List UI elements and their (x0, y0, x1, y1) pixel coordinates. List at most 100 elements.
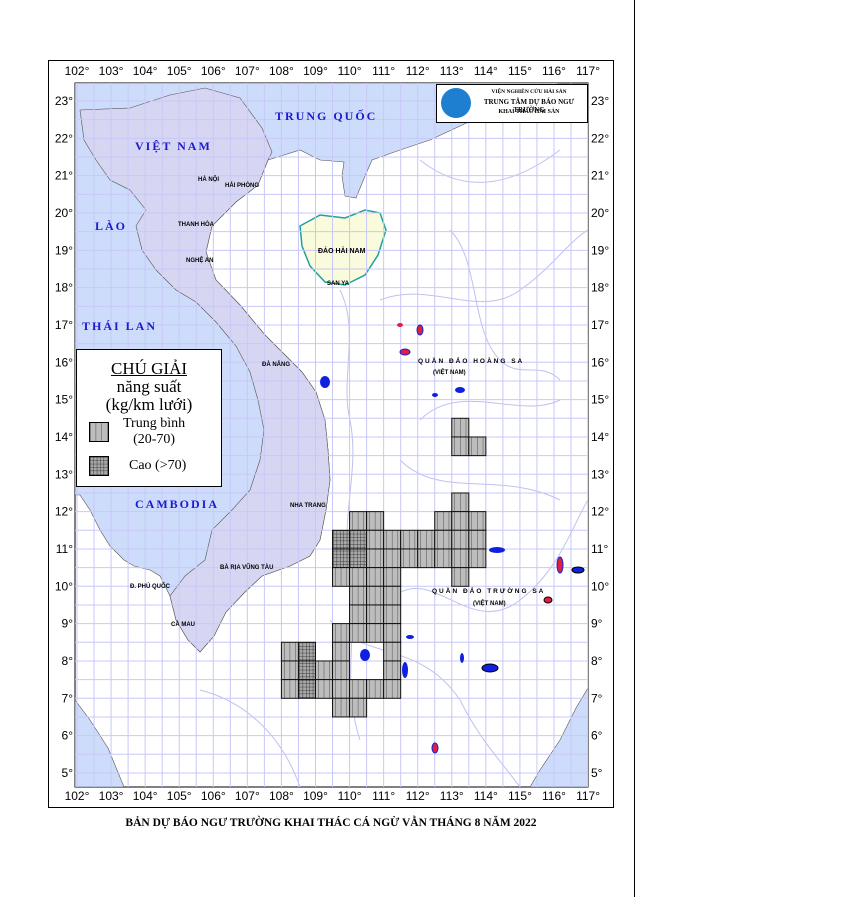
label-hoangsa-note: (VIỆT NAM) (433, 368, 466, 376)
forecast-cell-medium (451, 417, 470, 438)
forecast-cell-medium (366, 567, 385, 587)
forecast-cell-medium (468, 436, 487, 457)
forecast-cell-medium (349, 604, 368, 625)
lon-tick-top: 113° (440, 64, 464, 78)
forecast-cell-medium (383, 529, 402, 550)
forecast-cell-medium (349, 679, 368, 699)
forecast-cell-medium (434, 548, 453, 569)
lon-tick-bottom: 106° (201, 789, 226, 803)
lon-tick-top: 105° (167, 64, 192, 78)
lon-tick-bottom: 102° (65, 789, 90, 803)
legend-unit: (kg/km lưới) (105, 395, 193, 414)
forecast-cell-medium (366, 511, 385, 531)
lat-tick-left: 11° (56, 542, 73, 556)
lat-tick-right: 16° (591, 355, 609, 369)
logo-line-1: VIỆN NGHIÊN CỨU HẢI SẢN (491, 89, 567, 95)
lon-tick-top: 112° (406, 64, 430, 78)
lat-tick-right: 14° (591, 430, 609, 444)
institute-logo-box: VIỆN NGHIÊN CỨU HẢI SẢN TRUNG TÂM DỰ BÁO… (436, 84, 588, 123)
lat-tick-right: 21° (591, 169, 609, 183)
lat-tick-right: 7° (591, 691, 603, 705)
lon-tick-top: 114° (474, 64, 498, 78)
lon-tick-top: 106° (201, 64, 226, 78)
lat-tick-right: 12° (591, 505, 609, 519)
lat-tick-right: 13° (591, 467, 609, 481)
label-thailand: THÁI LAN (82, 319, 157, 333)
forecast-cell-medium (434, 511, 453, 531)
lon-tick-bottom: 103° (99, 789, 124, 803)
legend-high-label: Cao (>70) (129, 458, 187, 473)
lat-tick-left: 10° (55, 579, 73, 593)
lon-tick-bottom: 109° (303, 789, 328, 803)
lat-tick-left: 20° (55, 206, 73, 220)
lon-tick-top: 117° (576, 64, 600, 78)
lon-tick-top: 102° (65, 64, 90, 78)
lat-tick-left: 19° (55, 243, 73, 257)
forecast-cell-medium (349, 585, 368, 606)
forecast-cell-medium (451, 548, 470, 569)
forecast-cell-medium (451, 567, 470, 587)
forecast-cell-medium (280, 660, 299, 681)
forecast-cell-medium (366, 548, 385, 569)
label-nghean: NGHỆ AN (186, 256, 213, 264)
lat-tick-left: 15° (55, 393, 73, 407)
lat-tick-right: 6° (591, 729, 603, 743)
forecast-cell-medium (332, 679, 351, 699)
forecast-cell-medium (349, 623, 368, 643)
forecast-cell-high (297, 641, 316, 662)
forecast-cell-high (332, 529, 351, 550)
forecast-cell-medium (280, 641, 299, 662)
forecast-cell-medium (451, 511, 470, 531)
lon-tick-top: 111° (372, 64, 395, 78)
label-vungtau: BÀ RỊA VŨNG TÀU (220, 564, 273, 571)
forecast-cell-medium (280, 679, 299, 699)
forecast-cell-medium (332, 697, 351, 718)
lon-tick-top: 103° (99, 64, 124, 78)
label-sanya: SAN YA (327, 281, 350, 287)
lon-tick-bottom: 107° (235, 789, 260, 803)
label-china: TRUNG QUỐC (275, 108, 377, 123)
lat-tick-left: 17° (55, 318, 73, 332)
lat-tick-right: 11° (591, 542, 608, 556)
map-legend: CHÚ GIẢI năng suất (kg/km lưới) Trung bì… (76, 349, 222, 487)
forecast-cell-medium (366, 679, 385, 699)
label-hanoi: HÀ NỘI (198, 175, 219, 183)
lon-tick-bottom: 112° (406, 789, 430, 803)
lat-tick-left: 14° (55, 430, 73, 444)
forecast-cell-medium (468, 548, 487, 569)
forecast-cell-medium (434, 529, 453, 550)
label-hainan: ĐẢO HẢI NAM (318, 246, 366, 255)
forecast-cell-medium (349, 567, 368, 587)
forecast-cell-high (332, 548, 351, 569)
forecast-cell-medium (417, 548, 436, 569)
forecast-cell-medium (451, 492, 470, 513)
lon-tick-top: 115° (508, 64, 532, 78)
lon-tick-bottom: 116° (542, 789, 566, 803)
lat-tick-right: 8° (591, 654, 603, 668)
legend-medium-swatch (89, 422, 109, 442)
label-vietnam: VIỆT NAM (135, 139, 212, 153)
label-danang: ĐÀ NẴNG (262, 361, 290, 368)
forecast-cell-medium (349, 511, 368, 531)
forecast-cell-medium (383, 585, 402, 606)
forecast-cell-medium (400, 529, 419, 550)
forecast-cell-medium (314, 660, 334, 681)
label-cambodia: CAMBODIA (135, 497, 219, 511)
forecast-cell-medium (383, 567, 402, 587)
label-truongsa-note: (VIỆT NAM) (473, 599, 506, 607)
forecast-cell-high (349, 529, 368, 550)
lon-tick-bottom: 108° (269, 789, 294, 803)
forecast-cell-high (297, 679, 316, 699)
lon-tick-top: 110° (338, 64, 362, 78)
lat-tick-left: 16° (55, 355, 73, 369)
forecast-cell-medium (366, 623, 385, 643)
lat-tick-right: 18° (591, 281, 609, 295)
lon-tick-bottom: 114° (474, 789, 498, 803)
forecast-cell-medium (332, 623, 351, 643)
forecast-cell-medium (383, 641, 402, 662)
forecast-cell-medium (400, 548, 419, 569)
forecast-cell-medium (383, 679, 402, 699)
lat-tick-right: 22° (591, 131, 609, 145)
lon-tick-bottom: 105° (167, 789, 192, 803)
lat-tick-right: 10° (591, 579, 609, 593)
